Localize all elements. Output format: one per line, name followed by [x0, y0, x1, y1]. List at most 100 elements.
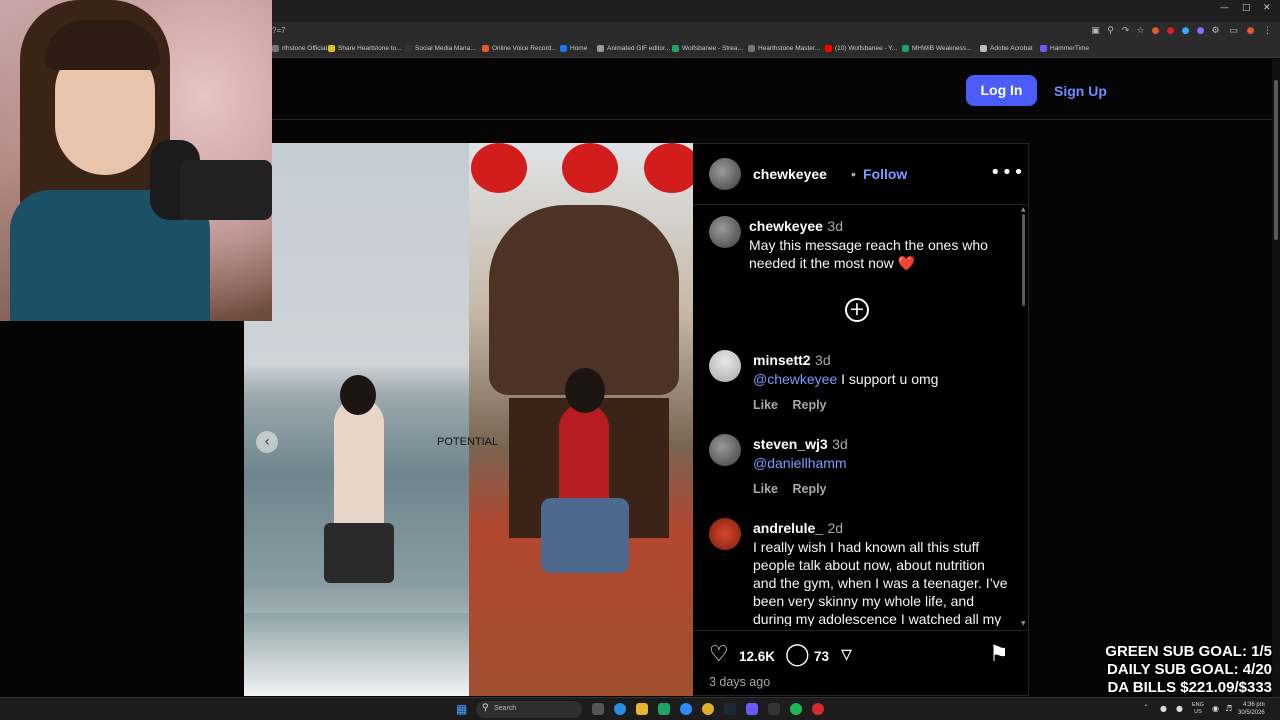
volume-icon[interactable]: ♬ — [1225, 704, 1232, 713]
comment-reply-button[interactable]: Reply — [792, 398, 826, 412]
login-button[interactable]: Log In — [966, 75, 1037, 106]
bookmark-favicon-icon — [272, 45, 279, 52]
maximize-icon[interactable]: □ — [1242, 3, 1251, 13]
system-clock[interactable]: 4:36 pm 30/5/2026 — [1238, 701, 1265, 717]
photo-figure-skirt — [541, 498, 629, 573]
scroll-down-icon[interactable]: ▼ — [1021, 620, 1026, 627]
bookmark-item[interactable]: MHWiB Weakness... — [902, 45, 971, 52]
comment-reply-button[interactable]: Reply — [792, 482, 826, 496]
author-avatar[interactable] — [709, 158, 741, 190]
steam-icon[interactable] — [724, 703, 736, 715]
zoom-app-icon[interactable] — [680, 703, 692, 715]
post-media[interactable]: POTENTIAL ‹ — [244, 143, 693, 696]
bookmark-item[interactable]: Online Voice Record... — [482, 45, 557, 52]
bookmark-favicon-icon — [902, 45, 909, 52]
comment-username[interactable]: andrelule_ — [753, 520, 823, 536]
minimize-icon[interactable]: — — [1220, 3, 1229, 13]
bookmark-favicon-icon — [825, 45, 832, 52]
bookmark-item[interactable]: rthstone Official... — [272, 45, 332, 52]
bookmark-item[interactable]: Share Heartstone to... — [328, 45, 402, 52]
bookmark-favicon-icon — [1040, 45, 1047, 52]
wifi-icon[interactable]: ◉ — [1212, 704, 1219, 713]
bookmark-item[interactable]: Wolfsbanee - Strea... — [672, 45, 743, 52]
taskbar-search[interactable]: ⚲ Search — [476, 701, 582, 718]
scroll-up-icon[interactable]: ▲ — [1021, 206, 1026, 213]
comment-avatar[interactable] — [709, 434, 741, 466]
extensions-puzzle-icon[interactable]: ⚙ — [1210, 26, 1221, 37]
page-scrollbar-thumb[interactable] — [1274, 80, 1278, 240]
zoom-icon[interactable]: ⚲ — [1105, 26, 1116, 37]
bookmark-favicon-icon — [980, 45, 987, 52]
extension-icon[interactable]: ● — [1195, 26, 1206, 37]
bookmark-favicon-icon — [482, 45, 489, 52]
tray-app-icon[interactable]: ● — [1160, 704, 1167, 713]
close-icon[interactable]: ✕ — [1263, 3, 1271, 13]
comment-like-button[interactable]: Like — [753, 398, 778, 412]
photo-figure-hair — [340, 375, 376, 415]
bookmark-item[interactable]: Animated GIF editor... — [597, 45, 670, 52]
url-text[interactable]: ?=7 — [272, 26, 286, 35]
author-username[interactable]: chewkeyee — [753, 166, 827, 182]
comment-like-button[interactable]: Like — [753, 482, 778, 496]
paper-plane-icon[interactable]: ▿ — [841, 642, 852, 667]
file-explorer-icon[interactable] — [636, 703, 648, 715]
language-code: ENG — [1192, 702, 1204, 708]
bookmark-icon[interactable]: ⚑ — [989, 642, 1009, 667]
more-options-icon[interactable]: ••• — [990, 162, 1025, 183]
region-code: US — [1194, 709, 1202, 715]
speech-bubble-icon[interactable]: ◯ — [785, 642, 810, 667]
bookmark-favicon-icon — [560, 45, 567, 52]
browser-menu-icon[interactable]: ⋮ — [1262, 26, 1273, 37]
obs-icon[interactable] — [768, 703, 780, 715]
sheets-icon[interactable] — [658, 703, 670, 715]
lantern-shape — [644, 143, 693, 193]
previous-media-button[interactable]: ‹ — [256, 431, 278, 453]
lantern-shape — [562, 143, 618, 193]
windows-start-icon[interactable]: ▦ — [456, 703, 469, 716]
task-view-icon[interactable] — [592, 703, 604, 715]
follow-button[interactable]: Follow — [863, 166, 907, 182]
comment-avatar[interactable] — [709, 518, 741, 550]
microphone-icon[interactable]: ● — [1176, 704, 1183, 713]
extension-icon[interactable]: ● — [1180, 26, 1191, 37]
extension-icon[interactable]: ● — [1165, 26, 1176, 37]
bills-goal: DA BILLS $221.09/$333 — [1107, 679, 1272, 696]
bookmark-label: Adobe Acrobat — [990, 45, 1033, 52]
chrome-icon[interactable] — [702, 703, 714, 715]
profile-avatar-icon[interactable]: ● — [1245, 26, 1256, 37]
comment-avatar[interactable] — [709, 350, 741, 382]
bookmark-item[interactable]: Adobe Acrobat — [980, 45, 1033, 52]
bookmark-label: rthstone Official... — [282, 45, 333, 52]
comment-mention[interactable]: @daniellhamm — [753, 455, 847, 471]
beach-photo — [244, 143, 469, 696]
signup-link[interactable]: Sign Up — [1054, 83, 1107, 99]
extension-icon[interactable]: ● — [1150, 26, 1161, 37]
webcam-person-bangs — [45, 20, 160, 70]
bookmark-star-icon[interactable]: ☆ — [1135, 26, 1146, 37]
spotify-icon[interactable] — [790, 703, 802, 715]
plus-circle-icon[interactable]: + — [845, 298, 869, 322]
language-indicator[interactable]: ENG US — [1192, 702, 1204, 716]
clock-time: 4:36 pm — [1243, 702, 1265, 708]
share-page-icon[interactable]: ↷ — [1120, 26, 1131, 37]
discord-icon[interactable] — [746, 703, 758, 715]
comment-mention[interactable]: @chewkeyee — [753, 371, 837, 387]
comment-username[interactable]: steven_wj3 — [753, 436, 828, 452]
bookmark-item[interactable]: Home — [560, 45, 587, 52]
sidebar-icon[interactable]: ▭ — [1228, 26, 1239, 37]
app-icon[interactable] — [812, 703, 824, 715]
comment: steven_wj3 3d @daniellhamm Like Reply — [753, 436, 1011, 498]
bookmark-label: MHWiB Weakness... — [912, 45, 972, 52]
comments-scrollbar-thumb[interactable] — [1022, 214, 1025, 306]
bookmark-item[interactable]: (10) Wolfsbanee - Y... — [825, 45, 897, 52]
caption-username[interactable]: chewkeyee — [749, 218, 823, 234]
bookmark-item[interactable]: Social Media Mana... — [405, 45, 476, 52]
caption-avatar[interactable] — [709, 216, 741, 248]
bookmark-item[interactable]: HammerTime — [1040, 45, 1089, 52]
comment-username[interactable]: minsett2 — [753, 352, 811, 368]
chevron-up-icon[interactable]: ˆ — [1144, 704, 1148, 713]
bookmark-item[interactable]: Hearthstone Master... — [748, 45, 820, 52]
install-app-icon[interactable]: ▣ — [1090, 26, 1101, 37]
heart-outline-icon[interactable]: ♡ — [709, 642, 729, 667]
edge-icon[interactable] — [614, 703, 626, 715]
